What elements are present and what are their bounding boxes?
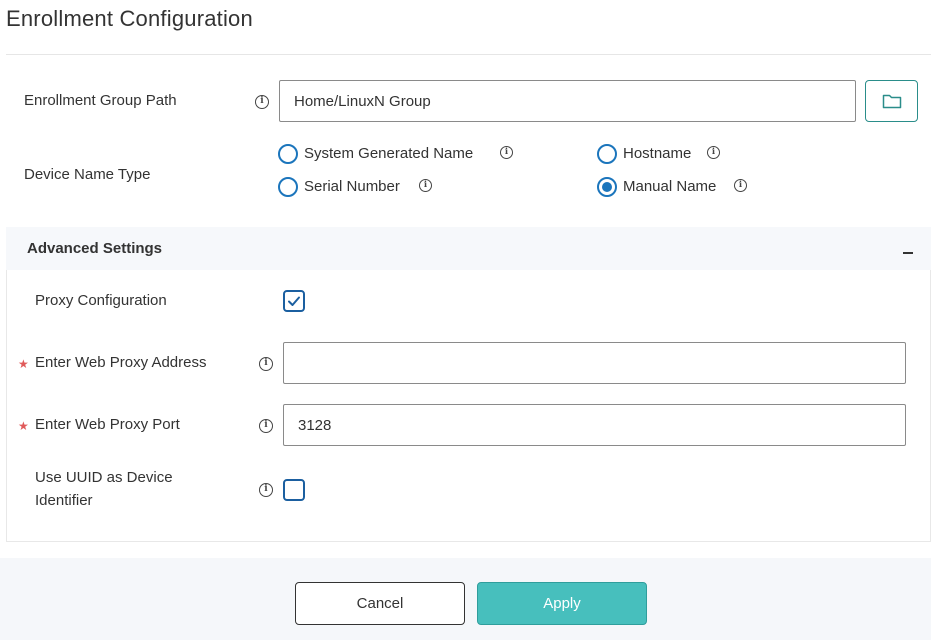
uuid-label-line2: Identifier bbox=[35, 492, 93, 509]
radio-system-generated-name[interactable] bbox=[278, 144, 298, 164]
folder-icon bbox=[882, 94, 901, 109]
uuid-label-line1: Use UUID as Device bbox=[35, 469, 173, 486]
required-marker: ★ bbox=[18, 357, 29, 371]
cancel-button[interactable]: Cancel bbox=[295, 582, 465, 625]
title-divider bbox=[6, 54, 931, 55]
info-icon[interactable]: i bbox=[259, 483, 273, 497]
apply-button[interactable]: Apply bbox=[477, 582, 647, 625]
web-proxy-port-input[interactable] bbox=[283, 404, 906, 446]
radio-label-hostname: Hostname bbox=[623, 145, 692, 162]
enrollment-group-path-input[interactable] bbox=[279, 80, 856, 122]
required-marker: ★ bbox=[18, 419, 29, 433]
checkmark-icon bbox=[288, 296, 300, 306]
radio-manual-name[interactable] bbox=[597, 177, 617, 197]
advanced-settings-panel bbox=[6, 227, 931, 542]
page-title: Enrollment Configuration bbox=[6, 6, 253, 31]
radio-serial-number[interactable] bbox=[278, 177, 298, 197]
advanced-settings-title: Advanced Settings bbox=[27, 240, 163, 257]
info-icon[interactable]: i bbox=[734, 179, 747, 192]
info-icon[interactable]: i bbox=[259, 419, 273, 433]
proxy-configuration-checkbox[interactable] bbox=[283, 290, 305, 312]
info-icon[interactable]: i bbox=[259, 357, 273, 371]
radio-label-system-generated-name: System Generated Name bbox=[304, 145, 474, 162]
uuid-device-identifier-checkbox[interactable] bbox=[283, 479, 305, 501]
info-icon[interactable]: i bbox=[707, 146, 720, 159]
info-icon[interactable]: i bbox=[255, 95, 269, 109]
info-icon[interactable]: i bbox=[419, 179, 432, 192]
info-icon[interactable]: i bbox=[500, 146, 513, 159]
collapse-icon[interactable] bbox=[903, 252, 913, 254]
device-name-type-label: Device Name Type bbox=[24, 166, 151, 183]
proxy-configuration-label: Proxy Configuration bbox=[35, 292, 167, 309]
web-proxy-address-input[interactable] bbox=[283, 342, 906, 384]
web-proxy-port-label: Enter Web Proxy Port bbox=[35, 416, 180, 433]
radio-hostname[interactable] bbox=[597, 144, 617, 164]
footer-bar bbox=[0, 558, 931, 640]
enrollment-group-path-label: Enrollment Group Path bbox=[24, 92, 177, 109]
browse-folder-button[interactable] bbox=[865, 80, 918, 122]
radio-label-manual-name: Manual Name bbox=[623, 178, 717, 195]
radio-label-serial-number: Serial Number bbox=[304, 178, 400, 195]
web-proxy-address-label: Enter Web Proxy Address bbox=[35, 354, 207, 371]
